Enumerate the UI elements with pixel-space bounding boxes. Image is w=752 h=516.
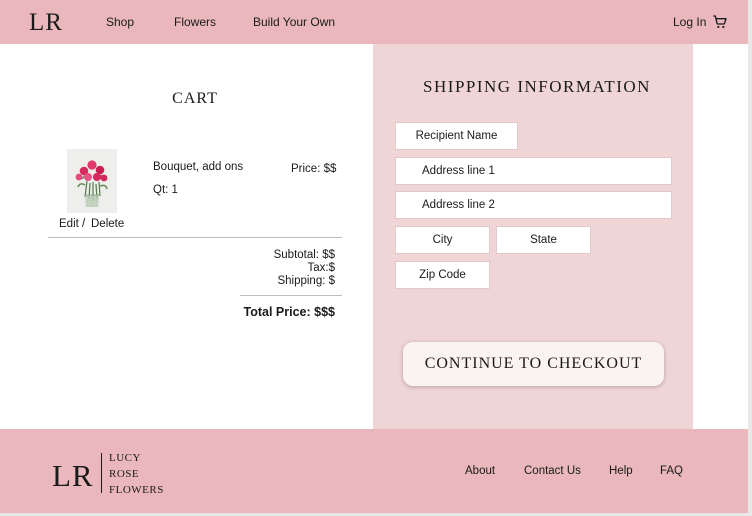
nav-build-your-own[interactable]: Build Your Own bbox=[253, 15, 335, 29]
address-line-1-field[interactable]: Address line 1 bbox=[395, 157, 672, 185]
subtotal: Subtotal: $$ bbox=[273, 249, 335, 261]
product-image bbox=[67, 149, 117, 213]
login-link[interactable]: Log In bbox=[673, 15, 706, 29]
nav-flowers[interactable]: Flowers bbox=[174, 15, 216, 29]
edit-delete-separator: / bbox=[82, 218, 86, 230]
state-field[interactable]: State bbox=[496, 226, 591, 254]
total-price: Total Price: $$$ bbox=[243, 305, 335, 319]
cart-divider bbox=[48, 237, 342, 238]
footer-link-about[interactable]: About bbox=[465, 465, 495, 477]
footer-link-contact-us[interactable]: Contact Us bbox=[524, 465, 581, 477]
cart-item-price: Price: $$ bbox=[291, 163, 337, 175]
footer-link-help[interactable]: Help bbox=[609, 465, 633, 477]
site-header: LR Shop Flowers Build Your Own Log In bbox=[0, 0, 748, 44]
footer-logo[interactable]: LR bbox=[52, 458, 94, 494]
cart-item-name: Bouquet, add ons bbox=[153, 161, 244, 173]
address-line-2-field[interactable]: Address line 2 bbox=[395, 191, 672, 219]
continue-to-checkout-button[interactable]: CONTINUE TO CHECKOUT bbox=[403, 342, 664, 386]
cart-title: CART bbox=[172, 90, 218, 107]
brand-line-lucy: LUCY bbox=[109, 452, 141, 464]
tax: Tax:$ bbox=[307, 262, 336, 274]
recipient-name-field[interactable]: Recipient Name bbox=[395, 122, 518, 150]
total-divider bbox=[240, 295, 342, 296]
zip-code-field[interactable]: Zip Code bbox=[395, 261, 490, 289]
pink-roses-bouquet-photo bbox=[67, 149, 117, 213]
city-field[interactable]: City bbox=[395, 226, 490, 254]
cart-item-quantity: Qt: 1 bbox=[153, 184, 178, 196]
shipping-cost: Shipping: $ bbox=[277, 275, 335, 287]
shipping-title: SHIPPING INFORMATION bbox=[423, 77, 651, 96]
footer-brand-name: LUCY ROSE FLOWERS bbox=[109, 450, 164, 498]
footer-logo-divider bbox=[101, 453, 102, 493]
delete-item-link[interactable]: Delete bbox=[91, 218, 124, 230]
edit-item-link[interactable]: Edit bbox=[59, 218, 79, 230]
shopping-cart-icon[interactable] bbox=[712, 14, 728, 30]
nav-shop[interactable]: Shop bbox=[106, 15, 134, 29]
footer-link-faq[interactable]: FAQ bbox=[660, 465, 683, 477]
site-logo[interactable]: LR bbox=[29, 9, 63, 37]
brand-line-flowers: FLOWERS bbox=[109, 484, 164, 496]
brand-line-rose: ROSE bbox=[109, 468, 140, 480]
scrollbar-edge bbox=[748, 0, 752, 516]
